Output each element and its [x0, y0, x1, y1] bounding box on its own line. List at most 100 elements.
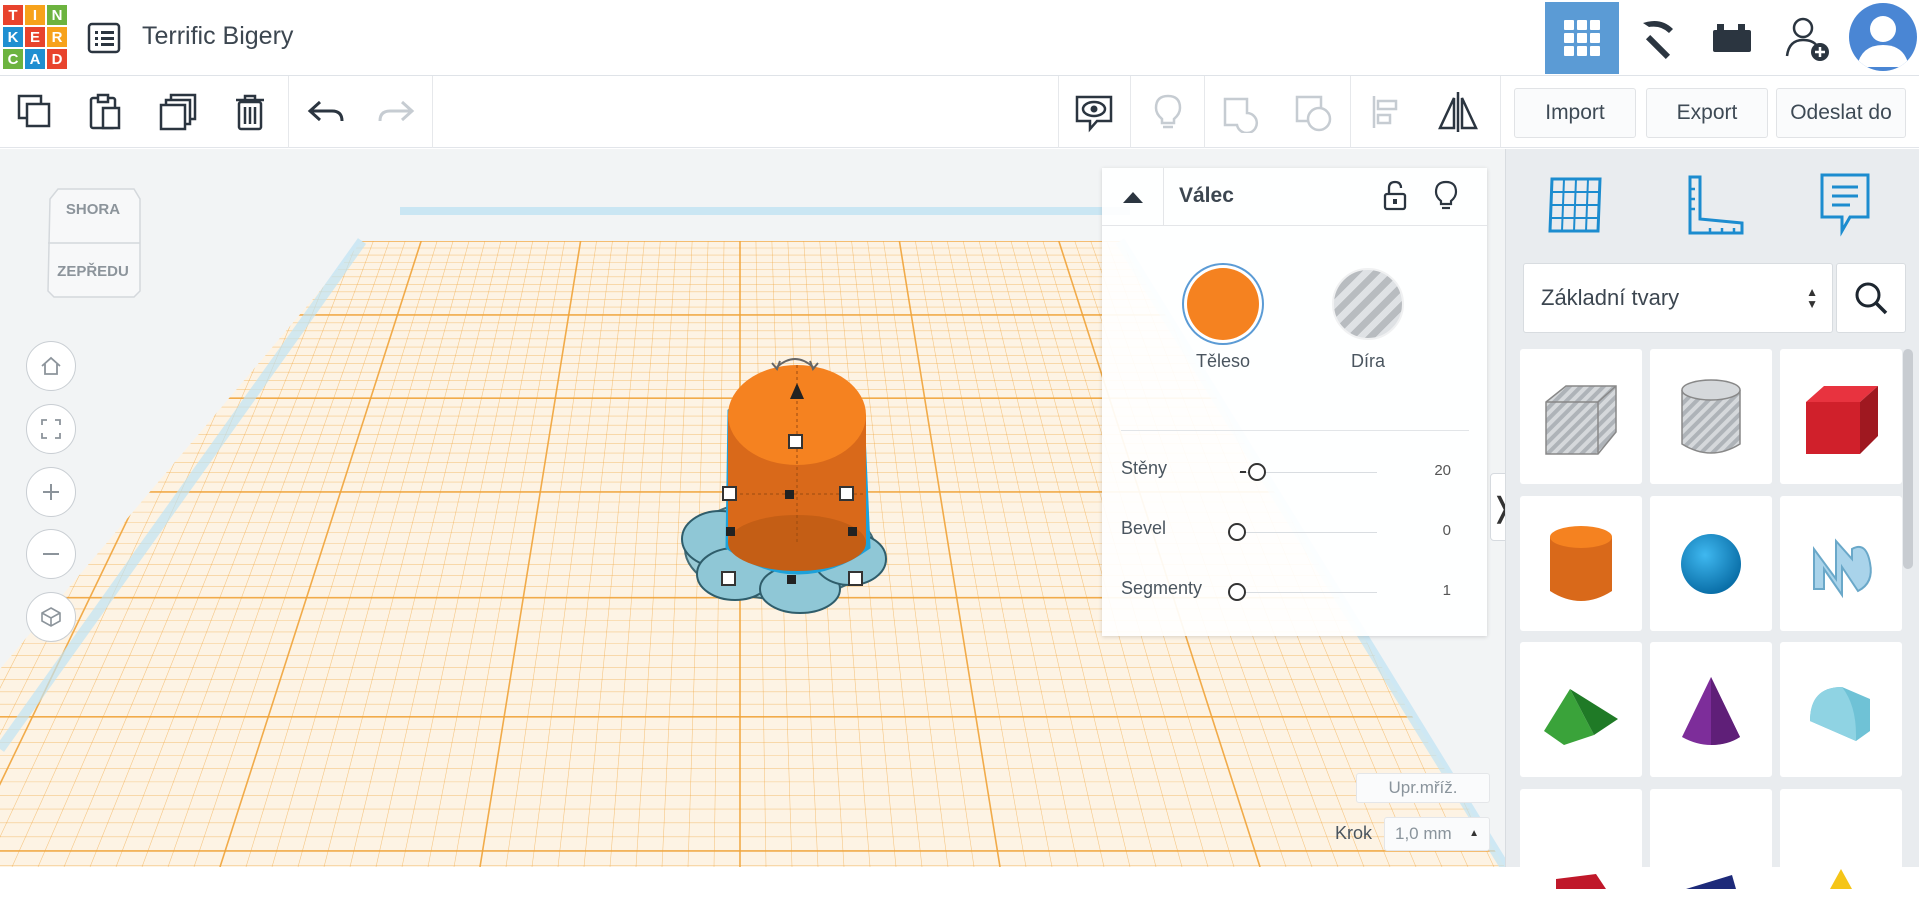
shape-tile-sphere[interactable]: [1650, 496, 1772, 631]
collapse-icon[interactable]: [1102, 168, 1164, 226]
edit-toolbar: Import Export Odeslat do: [0, 76, 1919, 148]
shape-tile-partial[interactable]: [1650, 789, 1772, 924]
top-bar: T I N K E R C A D Terrific Bigery: [0, 0, 1919, 76]
bevel-slider-knob[interactable]: [1228, 523, 1246, 541]
text-icon: [1813, 537, 1872, 598]
ungroup-icon[interactable]: [1290, 88, 1338, 136]
shape-partial-icon: [1556, 874, 1606, 889]
shape-library-select[interactable]: Základní tvary ▲ ▼: [1523, 263, 1833, 333]
bevel-value[interactable]: 0: [1443, 522, 1451, 539]
export-button[interactable]: Export: [1646, 88, 1768, 138]
view-cube-front-label[interactable]: ZEPŘEDU: [44, 263, 142, 280]
shape-inspector: Válec Těleso Díra Stěny 20 Bevel 0 Segme…: [1102, 168, 1487, 636]
inspector-header: Válec: [1102, 168, 1487, 226]
hole-label: Díra: [1350, 351, 1385, 371]
lightbulb-icon[interactable]: [1433, 180, 1459, 217]
walls-slider-knob[interactable]: [1248, 463, 1266, 481]
logo-letter: A: [25, 49, 45, 69]
workplane-icon[interactable]: [1540, 169, 1610, 239]
user-avatar[interactable]: [1849, 3, 1917, 71]
logo-letter: K: [3, 27, 23, 47]
shape-tile-box-hole[interactable]: [1520, 349, 1642, 484]
project-title[interactable]: Terrific Bigery: [142, 22, 293, 51]
segments-label: Segmenty: [1121, 578, 1203, 598]
toolbar-divider: [288, 76, 289, 148]
shape-tile-partial[interactable]: [1780, 789, 1902, 924]
shape-library-value: Základní tvary: [1541, 285, 1680, 310]
fit-view-icon[interactable]: [26, 404, 76, 454]
walls-slider-fill: [1240, 471, 1246, 473]
inspector-title: Válec: [1179, 184, 1234, 207]
3d-design-mode-icon[interactable]: [1545, 2, 1619, 74]
logo-letter: R: [47, 27, 67, 47]
box-hole-icon: [1545, 384, 1617, 455]
redo-icon[interactable]: [372, 88, 420, 136]
segments-slider-knob[interactable]: [1228, 583, 1246, 601]
add-user-icon[interactable]: [1770, 2, 1844, 74]
paste-icon[interactable]: [81, 88, 129, 136]
walls-label: Stěny: [1121, 458, 1168, 478]
tinkercad-logo[interactable]: T I N K E R C A D: [3, 5, 67, 71]
cone-icon: [1682, 676, 1740, 745]
zoom-out-icon[interactable]: [26, 529, 76, 579]
hole-swatch[interactable]: [1332, 268, 1404, 340]
toolbar-divider: [1350, 76, 1351, 148]
bricks-icon[interactable]: [1695, 2, 1769, 74]
snap-grid-value: 1,0 mm: [1395, 824, 1452, 843]
design-list-icon[interactable]: [86, 20, 122, 56]
shapes-sidebar: Základní tvary ▲ ▼: [1505, 149, 1919, 924]
perspective-icon[interactable]: [26, 592, 76, 642]
duplicate-icon[interactable]: [154, 88, 202, 136]
send-to-button[interactable]: Odeslat do: [1776, 88, 1906, 138]
group-icon[interactable]: [1218, 88, 1266, 136]
segments-slider-track[interactable]: [1239, 592, 1377, 593]
edit-grid-button[interactable]: Upr.mříž.: [1356, 773, 1490, 803]
sidebar-scrollbar[interactable]: [1903, 349, 1913, 569]
cylinder-hole-icon: [1681, 378, 1741, 454]
mirror-icon[interactable]: [1434, 88, 1482, 136]
bevel-label: Bevel: [1121, 518, 1167, 538]
box-icon: [1806, 385, 1878, 454]
import-button[interactable]: Import: [1514, 88, 1636, 138]
logo-letter: I: [25, 5, 45, 25]
shape-tile-cone[interactable]: [1650, 642, 1772, 777]
align-icon[interactable]: [1364, 88, 1412, 136]
lock-icon[interactable]: [1382, 180, 1408, 217]
shape-tile-partial[interactable]: [1520, 789, 1642, 924]
shape-tile-text[interactable]: [1780, 496, 1902, 631]
toolbar-divider: [1500, 76, 1501, 148]
roof-icon: [1544, 688, 1618, 745]
notes-visibility-icon[interactable]: [1070, 88, 1118, 136]
home-view-icon[interactable]: [26, 341, 76, 391]
solid-label: Těleso: [1195, 351, 1251, 371]
snap-grid-select[interactable]: 1,0 mm ▲: [1384, 817, 1490, 851]
toolbar-divider: [1058, 76, 1059, 148]
delete-icon[interactable]: [226, 88, 274, 136]
ruler-icon[interactable]: [1680, 169, 1750, 239]
shape-tile-roof[interactable]: [1520, 642, 1642, 777]
shape-partial-icon: [1830, 869, 1852, 889]
logo-letter: E: [25, 27, 45, 47]
view-cube-top-label[interactable]: SHORA: [44, 201, 142, 218]
toolbar-divider: [432, 76, 433, 148]
segments-value[interactable]: 1: [1443, 582, 1451, 599]
solid-color-swatch[interactable]: [1187, 268, 1259, 340]
inspector-divider: [1121, 430, 1469, 431]
shape-tile-cylinder[interactable]: [1520, 496, 1642, 631]
logo-letter: D: [47, 49, 67, 69]
cylinder-icon: [1550, 525, 1612, 601]
bevel-slider-track[interactable]: [1239, 532, 1377, 533]
view-cube[interactable]: SHORA ZEPŘEDU: [44, 187, 142, 299]
lightbulb-icon[interactable]: [1144, 88, 1192, 136]
search-icon[interactable]: [1836, 263, 1906, 333]
undo-icon[interactable]: [302, 88, 350, 136]
shape-tile-cylinder-hole[interactable]: [1650, 349, 1772, 484]
walls-value[interactable]: 20: [1434, 462, 1451, 479]
notes-icon[interactable]: [1810, 169, 1880, 239]
snap-grid-label: Krok: [1335, 823, 1373, 843]
zoom-in-icon[interactable]: [26, 467, 76, 517]
pickaxe-icon[interactable]: [1621, 2, 1695, 74]
shape-tile-box[interactable]: [1780, 349, 1902, 484]
copy-icon[interactable]: [11, 88, 59, 136]
shape-tile-round-roof[interactable]: [1780, 642, 1902, 777]
